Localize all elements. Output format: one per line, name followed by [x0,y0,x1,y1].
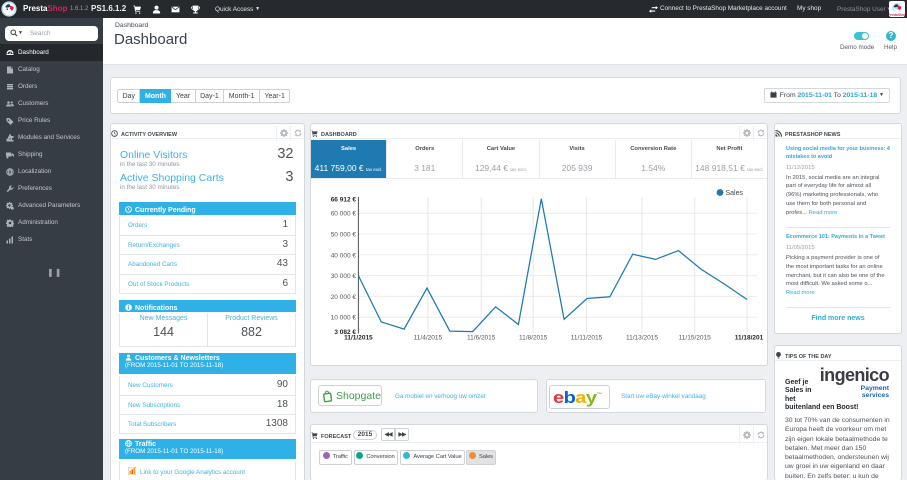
svg-text:11/11/2015: 11/11/2015 [571,335,603,342]
svg-text:11/18/201: 11/18/201 [735,335,764,342]
svg-text:11/1/2015: 11/1/2015 [344,335,373,342]
svg-text:60 000 €: 60 000 € [331,211,357,218]
svg-text:11/8/2015: 11/8/2015 [519,335,548,342]
svg-text:Sales: Sales [726,190,744,197]
svg-text:PrestaShop: PrestaShop [889,13,905,17]
svg-text:11/4/2015: 11/4/2015 [414,335,443,342]
svg-text:20 000 €: 20 000 € [331,294,357,301]
svg-text:11/6/2015: 11/6/2015 [467,335,496,342]
svg-text:50 000 €: 50 000 € [331,232,357,239]
svg-text:66 912 €: 66 912 € [331,196,357,203]
svg-text:10 000 €: 10 000 € [331,315,357,322]
svg-text:11/13/2015: 11/13/2015 [626,335,658,342]
svg-text:11/15/2015: 11/15/2015 [679,335,711,342]
svg-text:40 000 €: 40 000 € [331,252,357,259]
svg-text:30 000 €: 30 000 € [331,273,357,280]
